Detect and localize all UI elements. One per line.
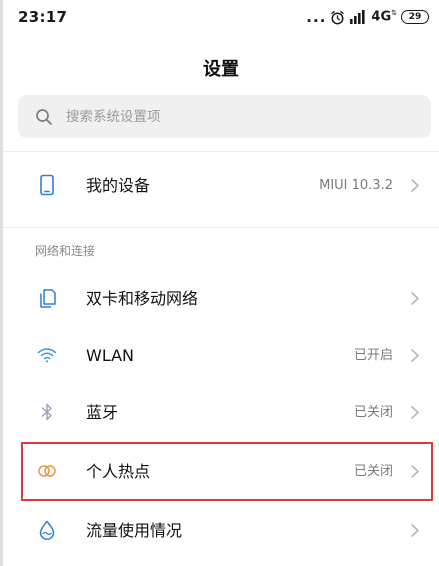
data-drop-icon (39, 520, 55, 541)
notification-dots: ... (306, 8, 327, 26)
signal-icon (350, 10, 366, 24)
status-bar: 23:17 ... 4G⇅ 29 (3, 0, 439, 34)
battery-icon: 29 (401, 10, 429, 24)
page-title: 设置 (203, 59, 239, 80)
row-wlan[interactable]: WLAN 已开启 (3, 327, 439, 384)
sim-card-icon (40, 289, 56, 308)
search-input[interactable] (66, 95, 416, 138)
row-my-device[interactable]: 我的设备 MIUI 10.3.2 (3, 157, 439, 214)
section-header: 网络和连接 (35, 244, 96, 258)
search-icon (36, 109, 52, 125)
row-dual-sim[interactable]: 双卡和移动网络 (3, 270, 439, 327)
row-label: 蓝牙 (86, 403, 119, 422)
highlight-frame (21, 442, 433, 501)
chevron-right-icon (411, 406, 419, 419)
row-value: 已开启 (353, 348, 393, 363)
network-activity-indicator: ⇅ (391, 9, 397, 18)
divider (3, 227, 439, 228)
alarm-icon (331, 10, 345, 24)
divider (3, 151, 439, 152)
status-time: 23:17 (18, 8, 68, 26)
wifi-icon (37, 348, 57, 363)
chevron-right-icon (411, 179, 419, 192)
chevron-right-icon (411, 349, 419, 362)
bluetooth-icon (41, 403, 52, 421)
row-value: 已关闭 (353, 405, 393, 420)
network-type: 4G⇅ (371, 9, 397, 25)
search-bar[interactable] (18, 95, 431, 138)
status-icons: ... 4G⇅ 29 (306, 8, 429, 26)
row-label: 双卡和移动网络 (86, 289, 199, 308)
row-value: MIUI 10.3.2 (319, 178, 393, 193)
phone-icon (40, 174, 54, 196)
battery-level: 29 (408, 12, 422, 22)
row-data-usage[interactable]: 流量使用情况 (3, 502, 439, 559)
row-label: WLAN (86, 346, 135, 365)
settings-screen: 23:17 ... 4G⇅ 29 设置 搜索系统设置项 我的设备 MIUI 10… (0, 0, 439, 566)
row-bluetooth[interactable]: 蓝牙 已关闭 (3, 384, 439, 441)
row-label: 我的设备 (86, 176, 151, 195)
chevron-right-icon (411, 524, 419, 537)
row-label: 流量使用情况 (86, 521, 183, 540)
chevron-right-icon (411, 292, 419, 305)
